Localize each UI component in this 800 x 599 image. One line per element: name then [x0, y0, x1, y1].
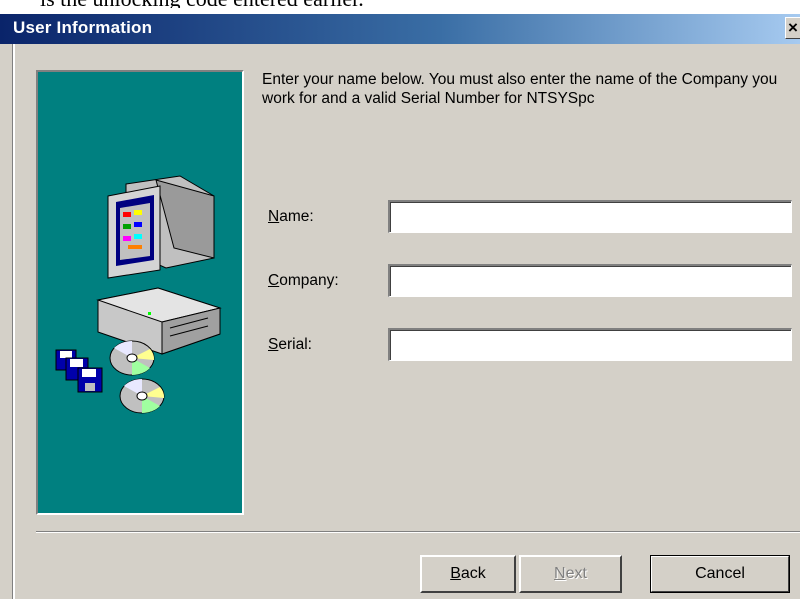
name-input[interactable] [388, 200, 792, 233]
separator-highlight [36, 532, 800, 533]
serial-label: Serial: [268, 336, 312, 353]
setup-illustration [55, 175, 222, 414]
intro-text: Enter your name below. You must also ent… [262, 71, 778, 107]
close-button[interactable]: × [785, 17, 800, 39]
company-input[interactable] [388, 264, 792, 297]
serial-input[interactable] [388, 328, 792, 361]
setup-graphic-panel [36, 70, 244, 515]
cd-icon [109, 340, 155, 376]
window-left-border [12, 44, 15, 599]
back-button[interactable]: Back [420, 555, 516, 593]
cd-icon [119, 378, 165, 414]
floppy-disks-icon [55, 349, 103, 393]
company-label: Company: [268, 272, 339, 289]
dialog-body: Enter your name below. You must also ent… [0, 44, 800, 599]
background-document-text: is the unlocking code entered earlier. [0, 0, 800, 8]
close-icon: × [788, 18, 798, 37]
title-bar[interactable]: User Information × [0, 14, 800, 44]
next-button[interactable]: Next [519, 555, 622, 593]
name-label: Name: [268, 208, 314, 225]
computer-icon [96, 175, 222, 355]
cancel-button[interactable]: Cancel [650, 555, 790, 593]
window-title: User Information [13, 18, 153, 37]
